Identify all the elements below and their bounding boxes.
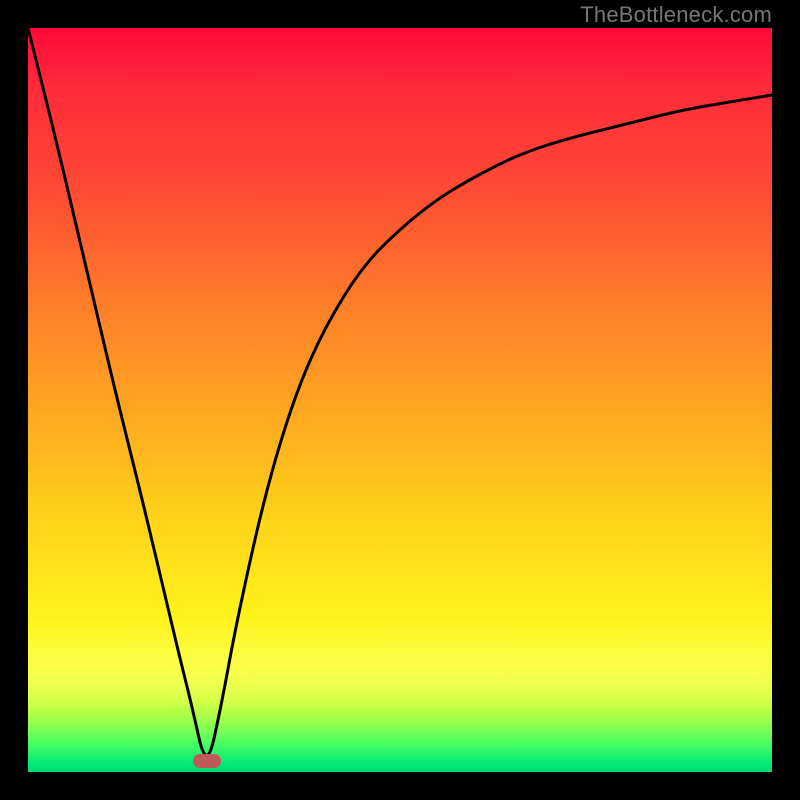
attribution-label: TheBottleneck.com [580, 2, 772, 28]
curve-svg [28, 28, 772, 772]
plot-area [28, 28, 772, 772]
minimum-marker [193, 754, 221, 768]
chart-frame: TheBottleneck.com [0, 0, 800, 800]
bottleneck-curve [28, 28, 772, 755]
